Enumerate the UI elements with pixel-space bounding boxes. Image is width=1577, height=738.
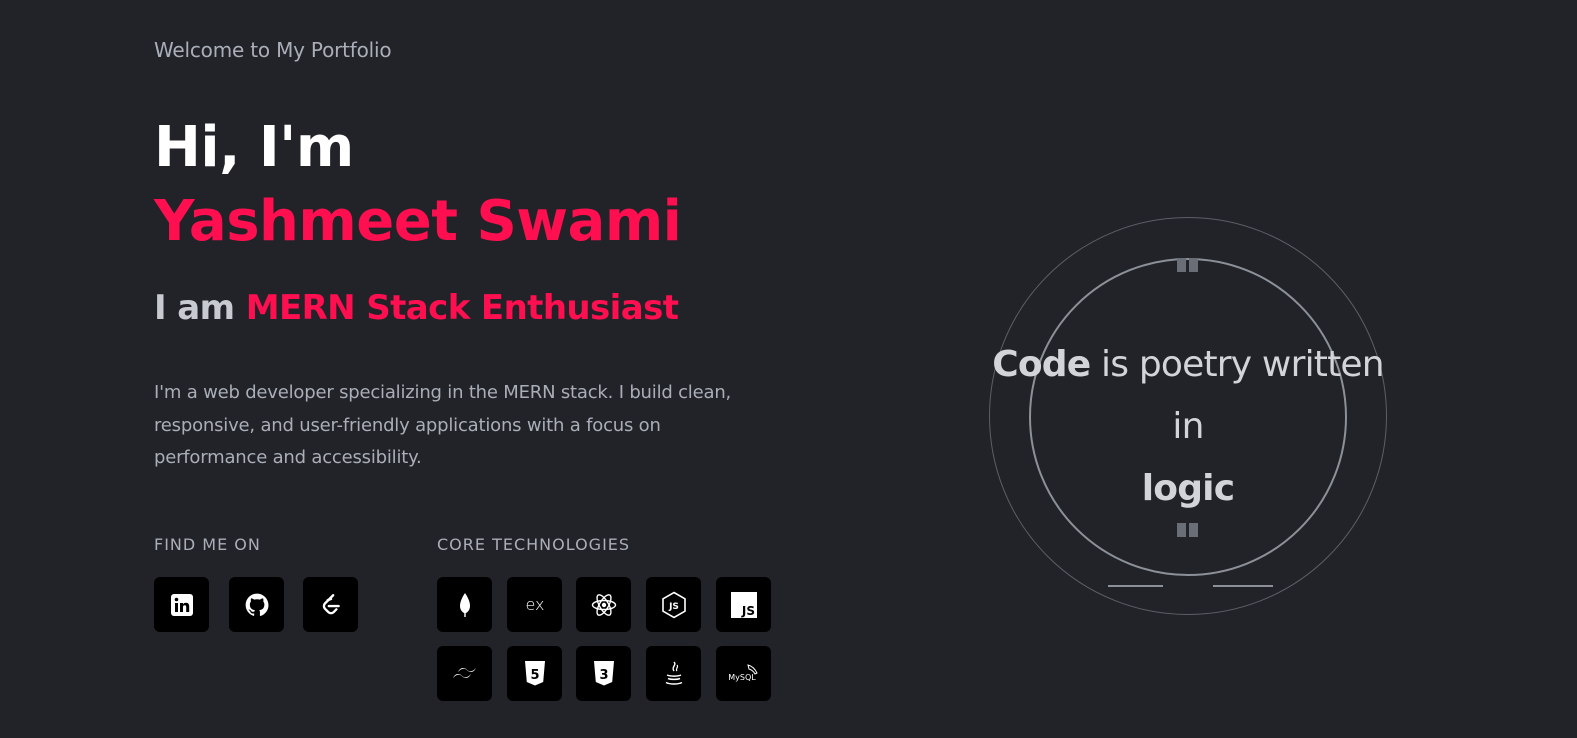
leetcode-icon [322,593,340,614]
find-me-label: FIND ME ON [154,535,261,554]
express-icon: ex [525,595,544,614]
bio-text: I'm a web developer specializing in the … [154,382,732,468]
javascript-icon: JS [730,591,757,618]
tech-tile-tailwind [437,646,492,701]
tech-tile-mongodb [437,577,492,632]
quote-card: Code is poetry written in logic [989,217,1387,615]
github-link[interactable] [229,577,284,632]
role-heading: I am MERN Stack Enthusiast [154,286,679,330]
tech-tile-java [646,646,701,701]
role-title: MERN Stack Enthusiast [245,288,679,328]
css3-icon: 3 [593,660,614,685]
nodejs-icon: JS [661,591,686,618]
javascript-text: JS [740,604,754,618]
quote-word-logic: logic [1141,468,1235,509]
quote-middle: is poetry written in [1101,344,1385,447]
tech-tile-react [576,577,631,632]
mysql-text: MySQL [728,673,756,682]
tech-tile-mysql: MySQL [716,646,771,701]
tech-tile-nodejs: JS [646,577,701,632]
leetcode-link[interactable] [303,577,358,632]
quote-text: Code is poetry written in logic [979,334,1397,520]
html5-text: 5 [530,668,539,683]
java-icon [665,661,682,685]
nodejs-text: JS [668,602,679,612]
mongodb-icon [459,592,470,617]
express-text: ex [525,595,544,614]
linkedin-link[interactable] [154,577,209,632]
tech-tile-javascript: JS [716,577,771,632]
quote-word-code: Code [992,344,1091,385]
react-icon [591,593,616,616]
decor-dash [1108,585,1163,587]
tech-tile-html5: 5 [507,646,562,701]
linkedin-icon [170,593,193,616]
role-prefix: I am [154,288,235,328]
tech-tile-express: ex [507,577,562,632]
greeting-heading: Hi, I'm [154,115,354,180]
tech-tile-css3: 3 [576,646,631,701]
close-quote-icon [1177,522,1201,538]
tailwind-icon [452,667,476,678]
open-quote-icon [1177,257,1201,273]
html5-icon: 5 [524,660,545,685]
css3-text: 3 [599,668,608,683]
github-icon [245,593,268,616]
name-heading: Yashmeet Swami [154,189,682,254]
welcome-text: Welcome to My Portfolio [154,38,392,62]
decor-dash [1213,585,1273,587]
core-technologies-label: CORE TECHNOLOGIES [437,535,631,554]
mysql-icon: MySQL [728,663,758,682]
portfolio-hero: Welcome to My Portfolio Hi, I'm Yashmeet… [0,0,1577,738]
